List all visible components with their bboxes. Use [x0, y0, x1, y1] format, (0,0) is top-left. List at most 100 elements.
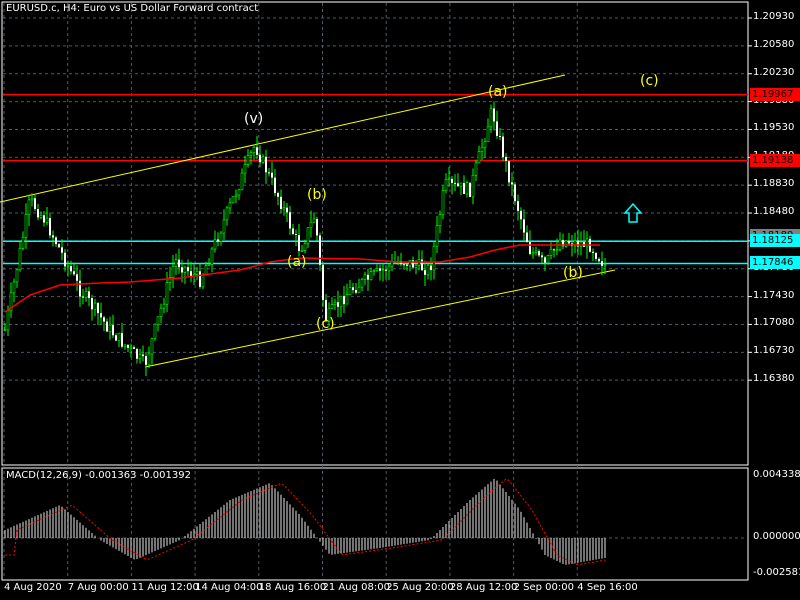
- candle-bull: [549, 249, 553, 256]
- candle-bull: [159, 307, 163, 318]
- candle-bull: [312, 218, 316, 223]
- candle-bear: [259, 154, 261, 163]
- candle-bull: [156, 316, 160, 325]
- candle-bear: [403, 264, 405, 266]
- candle-bear: [568, 240, 570, 244]
- candle-bear: [517, 201, 519, 211]
- candle-bear: [274, 177, 276, 194]
- price-level-tag: 1.19967: [750, 87, 800, 101]
- price-tick: 1.17080: [753, 317, 795, 329]
- candle-bull: [387, 265, 391, 272]
- candle-bear: [508, 160, 510, 183]
- candle-bear: [127, 344, 129, 348]
- candle-bull: [459, 182, 463, 187]
- candle-bull: [375, 268, 379, 271]
- candle-bear: [430, 265, 432, 271]
- candle-bear: [61, 247, 63, 253]
- candle-bear: [514, 184, 516, 202]
- price-panel-frame: [1, 1, 749, 466]
- candle-bear: [181, 267, 183, 273]
- candle-bull: [360, 278, 364, 288]
- candle-bull: [240, 172, 244, 191]
- candle-bull: [414, 264, 418, 268]
- candle-bear: [469, 182, 471, 197]
- candle-bull: [129, 346, 133, 349]
- price-tick: 1.19530: [753, 122, 795, 134]
- candle-bull: [207, 264, 211, 266]
- candle-bear: [379, 268, 381, 271]
- candle-bear: [424, 270, 426, 275]
- macd-label: MACD(12,26,9) -0.001363 -0.001392: [6, 470, 191, 481]
- candle-bull: [546, 255, 550, 264]
- time-tick: 11 Aug 12:00: [131, 582, 199, 593]
- candle-bear: [271, 172, 273, 178]
- price-chart[interactable]: [0, 0, 800, 600]
- candle-bull: [300, 250, 304, 252]
- candle-bull: [183, 266, 187, 273]
- candle-bull: [213, 239, 217, 250]
- macd-tick: 0.000000: [753, 531, 800, 542]
- candle-bear: [277, 193, 279, 197]
- candle-bull: [309, 221, 313, 229]
- candle-bull: [234, 194, 238, 197]
- candle-bear: [553, 249, 555, 251]
- candle-bear: [316, 218, 318, 236]
- time-tick: 21 Aug 08:00: [322, 582, 390, 593]
- candle-bear: [256, 147, 258, 155]
- time-tick: 4 Sep 16:00: [577, 582, 638, 593]
- candle-bull: [219, 232, 223, 242]
- candle-bear: [493, 108, 495, 122]
- candle-bear: [322, 264, 324, 300]
- candle-bull: [471, 174, 475, 198]
- candle-bull: [210, 248, 214, 265]
- chart-title: EURUSD.c, H4: Euro vs US Dollar Forward …: [6, 3, 259, 14]
- candle-bull: [252, 147, 256, 153]
- candle-bull: [438, 214, 442, 227]
- candle-bear: [538, 251, 540, 256]
- candle-bear: [463, 183, 465, 194]
- candle-bear: [103, 317, 105, 322]
- candle-bull: [138, 354, 142, 360]
- candle-bull: [372, 270, 376, 272]
- wave-label: (a): [287, 254, 307, 270]
- candle-bull: [348, 287, 352, 295]
- candle-bear: [76, 274, 78, 281]
- candle-bear: [190, 271, 192, 277]
- candle-bear: [187, 267, 189, 272]
- candle-bull: [345, 294, 349, 305]
- candle-bull: [477, 151, 481, 164]
- candle-bull: [303, 243, 307, 251]
- candle-bull: [426, 265, 430, 276]
- candle-bear: [133, 347, 135, 349]
- time-tick: 7 Aug 00:00: [67, 582, 129, 593]
- candle-bull: [339, 295, 343, 308]
- candle-bull: [603, 264, 607, 267]
- macd-tick: 0.004338: [753, 469, 800, 480]
- candle-bear: [523, 219, 525, 233]
- candle-bear: [454, 182, 456, 184]
- candle-bear: [289, 212, 291, 229]
- candle-bull: [261, 156, 265, 163]
- candle-bear: [82, 296, 84, 298]
- candle-bull: [363, 274, 367, 280]
- candle-bear: [286, 207, 288, 213]
- candle-bull: [225, 207, 229, 221]
- candle-bull: [165, 282, 169, 305]
- candle-bear: [121, 333, 123, 347]
- price-tick: 1.18830: [753, 178, 795, 190]
- candle-bear: [52, 235, 54, 238]
- candle-bull: [480, 146, 484, 152]
- candle-bull: [12, 281, 16, 294]
- candle-bear: [178, 259, 180, 268]
- candle-bear: [49, 218, 51, 236]
- candle-bear: [298, 234, 300, 252]
- candle-bear: [511, 182, 513, 185]
- candle-bull: [30, 198, 34, 201]
- candle-bear: [64, 252, 66, 267]
- candle-bear: [337, 302, 339, 307]
- candle-bull: [39, 215, 43, 218]
- wave-label: (b): [563, 265, 583, 281]
- candle-bull: [171, 266, 175, 278]
- time-tick: 18 Aug 16:00: [258, 582, 327, 593]
- candle-bull: [333, 301, 337, 305]
